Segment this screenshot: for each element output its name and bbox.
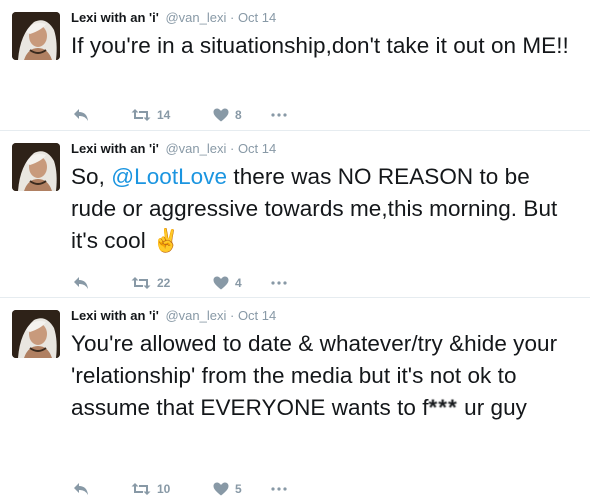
user-handle[interactable]: @van_lexi: [165, 10, 226, 25]
like-button[interactable]: 4: [213, 276, 271, 290]
mention-link[interactable]: @LootLove: [111, 164, 227, 189]
tweet[interactable]: Lexi with an 'i' @van_lexi · Oct 14 If y…: [0, 0, 590, 131]
user-handle[interactable]: @van_lexi: [165, 141, 226, 156]
separator: ·: [229, 10, 235, 25]
retweet-count: 22: [157, 276, 171, 290]
tweet-text: If you're in a situationship,don't take …: [71, 33, 569, 58]
retweet-icon: [131, 109, 151, 121]
avatar[interactable]: [12, 310, 60, 358]
separator: ·: [229, 141, 235, 156]
retweet-icon: [131, 277, 151, 289]
more-icon: [271, 281, 287, 285]
reply-icon: [74, 109, 88, 121]
retweet-icon: [131, 483, 151, 495]
timestamp[interactable]: Oct 14: [238, 308, 276, 323]
reply-icon: [74, 277, 88, 289]
display-name[interactable]: Lexi with an 'i': [71, 10, 159, 25]
retweet-button[interactable]: 14: [131, 108, 213, 122]
tweet-header: Lexi with an 'i' @van_lexi · Oct 14: [71, 141, 276, 157]
tweet[interactable]: Lexi with an 'i' @van_lexi · Oct 14 So, …: [0, 131, 590, 298]
reply-icon: [74, 483, 88, 495]
timestamp[interactable]: Oct 14: [238, 10, 276, 25]
like-count: 8: [235, 108, 242, 122]
heart-icon: [213, 276, 229, 290]
reply-button[interactable]: [73, 276, 131, 290]
censored-word: ***: [428, 395, 458, 420]
reply-button[interactable]: [73, 108, 131, 122]
tweet-actions: 10 5: [73, 481, 287, 497]
tweet-text: You're allowed to date & whatever/try &h…: [71, 328, 576, 424]
separator: ·: [229, 308, 235, 323]
tweet-text-part: So,: [71, 164, 112, 189]
retweet-button[interactable]: 10: [131, 482, 213, 496]
like-count: 5: [235, 482, 242, 496]
more-button[interactable]: [271, 487, 287, 491]
more-button[interactable]: [271, 113, 287, 117]
retweet-count: 10: [157, 482, 171, 496]
tweet-header: Lexi with an 'i' @van_lexi · Oct 14: [71, 308, 276, 324]
retweet-count: 14: [157, 108, 171, 122]
more-icon: [271, 113, 287, 117]
tweet-text-part: ur guy: [457, 395, 527, 420]
more-icon: [271, 487, 287, 491]
avatar[interactable]: [12, 12, 60, 60]
like-count: 4: [235, 276, 242, 290]
display-name[interactable]: Lexi with an 'i': [71, 141, 159, 156]
tweet-feed: Lexi with an 'i' @van_lexi · Oct 14 If y…: [0, 0, 590, 504]
display-name[interactable]: Lexi with an 'i': [71, 308, 159, 323]
avatar[interactable]: [12, 143, 60, 191]
heart-icon: [213, 482, 229, 496]
tweet[interactable]: Lexi with an 'i' @van_lexi · Oct 14 You'…: [0, 298, 590, 504]
heart-icon: [213, 108, 229, 122]
tweet-header: Lexi with an 'i' @van_lexi · Oct 14: [71, 10, 276, 26]
like-button[interactable]: 8: [213, 108, 271, 122]
user-handle[interactable]: @van_lexi: [165, 308, 226, 323]
tweet-actions: 22 4: [73, 275, 287, 291]
like-button[interactable]: 5: [213, 482, 271, 496]
tweet-text: So, @LootLove there was NO REASON to be …: [71, 161, 576, 257]
more-button[interactable]: [271, 281, 287, 285]
retweet-button[interactable]: 22: [131, 276, 213, 290]
tweet-actions: 14 8: [73, 107, 287, 123]
reply-button[interactable]: [73, 482, 131, 496]
victory-hand-emoji: ✌: [152, 228, 181, 253]
timestamp[interactable]: Oct 14: [238, 141, 276, 156]
